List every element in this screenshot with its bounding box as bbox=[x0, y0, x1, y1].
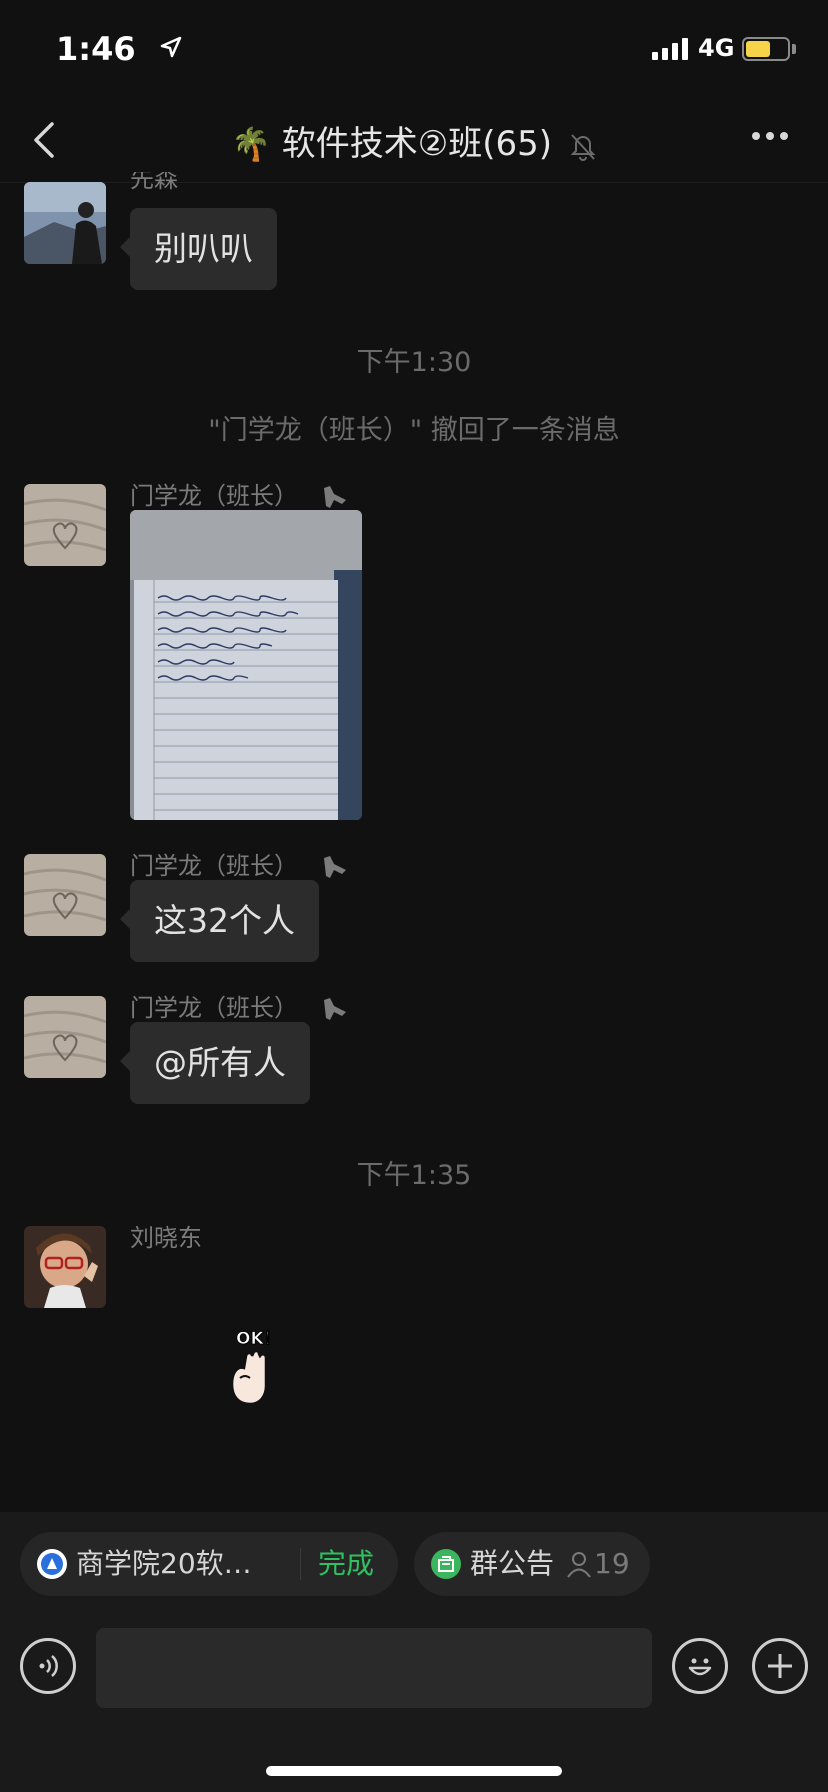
avatar-photo bbox=[24, 484, 106, 566]
message-input[interactable] bbox=[96, 1628, 652, 1708]
network-type: 4G bbox=[698, 34, 735, 62]
member-count: (65) bbox=[482, 124, 553, 164]
plus-button[interactable] bbox=[752, 1638, 808, 1694]
message-bubble[interactable]: 别叭叭 bbox=[120, 208, 277, 290]
admin-badge-icon bbox=[323, 998, 346, 1020]
signal-icon bbox=[652, 38, 688, 60]
chip-label: 群公告 bbox=[470, 1547, 555, 1580]
person-icon bbox=[567, 1552, 591, 1578]
group-name: 软件技术②班 bbox=[281, 124, 483, 164]
avatar-photo bbox=[24, 996, 106, 1078]
chip-divider bbox=[300, 1548, 301, 1580]
admin-badge-icon bbox=[323, 486, 346, 508]
avatar-liuxiaodong[interactable] bbox=[24, 1226, 106, 1308]
avatar-menxuelong[interactable] bbox=[24, 854, 106, 936]
chip-label: 商学院20软… bbox=[76, 1547, 252, 1580]
sender-name: 门学龙（班长） bbox=[130, 482, 298, 510]
sender-row: 门学龙（班长） bbox=[130, 846, 350, 881]
avatar-photo bbox=[24, 182, 106, 264]
sender-name: 门学龙（班长） bbox=[130, 852, 298, 880]
muted-bell-icon bbox=[570, 133, 596, 161]
emoji-button[interactable] bbox=[672, 1638, 728, 1694]
ok-hand-sticker: OK！ bbox=[230, 1329, 281, 1406]
timestamp: 下午1:30 bbox=[356, 347, 472, 378]
sender-name: 先森 bbox=[130, 172, 178, 192]
plus-icon bbox=[768, 1654, 792, 1678]
nav-divider bbox=[0, 182, 828, 183]
message-bubble[interactable]: @所有人 bbox=[120, 1022, 310, 1104]
sticker-message[interactable]: OK！ bbox=[226, 1326, 310, 1416]
battery-level bbox=[746, 41, 770, 57]
smiley-icon bbox=[688, 1658, 712, 1676]
sticker-caption: OK！ bbox=[236, 1329, 281, 1349]
image-message[interactable] bbox=[130, 510, 362, 820]
voice-button[interactable] bbox=[20, 1638, 76, 1694]
sender-row: 门学龙（班长） bbox=[130, 476, 350, 511]
more-icon[interactable] bbox=[750, 130, 790, 142]
group-notice-icon bbox=[431, 1549, 461, 1579]
chat-title[interactable]: 🌴 软件技术②班(65) bbox=[0, 116, 828, 165]
avatar-photo bbox=[24, 854, 106, 936]
location-arrow-icon bbox=[160, 36, 182, 58]
avatar-xiansen[interactable] bbox=[24, 182, 106, 264]
admin-badge-icon bbox=[323, 856, 346, 878]
mini-program-icon bbox=[37, 1549, 67, 1579]
avatar-photo bbox=[24, 1226, 106, 1308]
battery-nub bbox=[792, 44, 796, 54]
battery-icon bbox=[742, 37, 790, 61]
sender-row: 门学龙（班长） bbox=[130, 988, 350, 1023]
recall-notice: "门学龙（班长）" 撤回了一条消息 bbox=[208, 415, 620, 446]
status-time: 1:46 bbox=[56, 30, 136, 68]
voice-icon bbox=[39, 1655, 58, 1677]
group-notice-chip[interactable]: 群公告 19 bbox=[414, 1532, 650, 1596]
notice-count: 19 bbox=[594, 1547, 630, 1580]
notebook-photo bbox=[130, 510, 362, 820]
home-indicator[interactable] bbox=[266, 1766, 562, 1776]
sender-name: 门学龙（班长） bbox=[130, 994, 298, 1022]
avatar-menxuelong[interactable] bbox=[24, 996, 106, 1078]
mini-program-chip[interactable]: 商学院20软… 完成 bbox=[20, 1532, 398, 1596]
timestamp: 下午1:35 bbox=[356, 1160, 472, 1191]
palm-tree-emoji: 🌴 bbox=[231, 125, 271, 163]
avatar-menxuelong[interactable] bbox=[24, 484, 106, 566]
sender-name: 刘晓东 bbox=[130, 1224, 202, 1252]
message-bubble[interactable]: 这32个人 bbox=[120, 880, 319, 962]
complete-button[interactable]: 完成 bbox=[318, 1532, 374, 1596]
